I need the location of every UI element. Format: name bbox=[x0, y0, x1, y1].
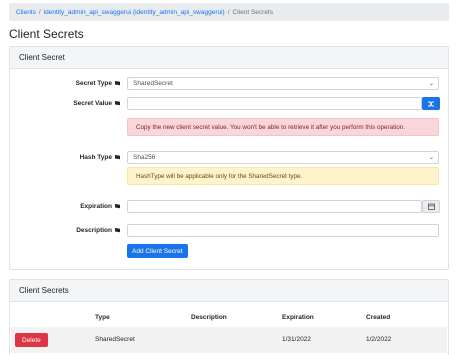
flag-icon bbox=[115, 81, 120, 86]
flag-icon bbox=[115, 204, 120, 209]
delete-button[interactable]: Delete bbox=[15, 333, 48, 347]
calendar-icon bbox=[427, 203, 435, 210]
description-label-text: Description bbox=[76, 227, 112, 234]
calendar-button[interactable] bbox=[422, 200, 440, 213]
flag-icon bbox=[115, 228, 120, 233]
breadcrumb-item-current: Client Secrets bbox=[232, 8, 273, 16]
hash-type-label-text: Hash Type bbox=[79, 154, 112, 161]
hash-type-alert: HashType will be applicable only for the… bbox=[127, 167, 439, 185]
secret-type-label: Secret Type bbox=[10, 77, 120, 90]
generate-secret-button[interactable] bbox=[422, 97, 440, 110]
page-title: Client Secrets bbox=[9, 27, 84, 41]
chevron-down-icon: ⌄ bbox=[428, 81, 434, 87]
column-header-expiration: Expiration bbox=[282, 314, 314, 321]
secret-type-select[interactable]: SharedSecret ⌄ bbox=[127, 77, 439, 90]
column-header-created: Created bbox=[366, 314, 391, 321]
card-header: Client Secrets bbox=[10, 280, 448, 302]
hash-type-label: Hash Type bbox=[10, 151, 120, 164]
expiration-label: Expiration bbox=[10, 200, 120, 213]
breadcrumb: Clients / identity_admin_api_swaggerui (… bbox=[9, 3, 449, 21]
breadcrumb-separator: / bbox=[227, 8, 230, 16]
hash-type-select[interactable]: Sha256 ⌄ bbox=[127, 151, 439, 164]
flag-icon bbox=[115, 101, 120, 106]
secret-value-label-text: Secret Value bbox=[73, 100, 112, 107]
description-input[interactable] bbox=[127, 224, 439, 237]
column-header-description: Description bbox=[191, 314, 227, 321]
card-header: Client Secret bbox=[10, 47, 448, 69]
cell-created: 1/2/2022 bbox=[366, 336, 392, 343]
client-secret-card: Client Secret Secret Type SharedSecret ⌄… bbox=[9, 46, 449, 270]
chevron-down-icon: ⌄ bbox=[428, 155, 434, 161]
client-secrets-table-card: Client Secrets Type Description Expirati… bbox=[9, 279, 449, 355]
expiration-label-text: Expiration bbox=[80, 203, 112, 210]
hash-type-value: Sha256 bbox=[133, 154, 156, 161]
cell-expiration: 1/31/2022 bbox=[282, 336, 311, 343]
secret-value-input[interactable] bbox=[127, 97, 422, 110]
secret-type-value: SharedSecret bbox=[133, 80, 173, 87]
description-label: Description bbox=[10, 224, 120, 237]
cell-type: SharedSecret bbox=[95, 336, 135, 343]
breadcrumb-separator: / bbox=[38, 8, 41, 16]
secret-value-label: Secret Value bbox=[10, 97, 120, 110]
flag-icon bbox=[115, 155, 120, 160]
column-header-type: Type bbox=[95, 314, 110, 321]
secret-type-label-text: Secret Type bbox=[75, 80, 112, 87]
shuffle-icon bbox=[428, 101, 434, 106]
breadcrumb-item-clients[interactable]: Clients bbox=[16, 9, 36, 16]
copy-secret-alert: Copy the new client secret value. You wo… bbox=[127, 118, 439, 136]
expiration-input[interactable] bbox=[127, 200, 422, 213]
add-client-secret-button[interactable]: Add Client Secret bbox=[127, 244, 188, 258]
breadcrumb-item-client[interactable]: identity_admin_api_swaggerui (identity_a… bbox=[44, 9, 225, 16]
